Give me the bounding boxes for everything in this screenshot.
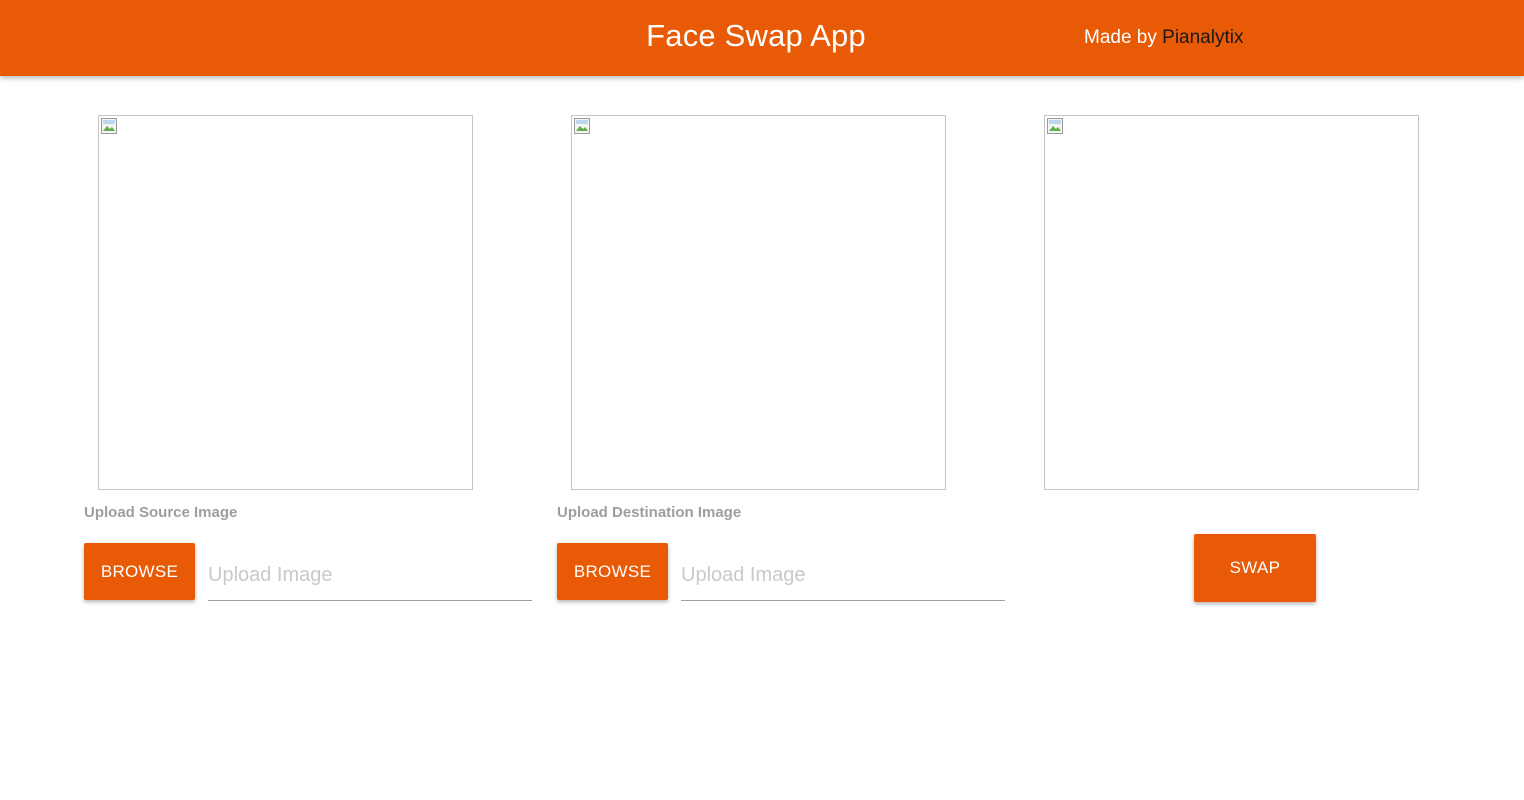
destination-upload-input[interactable] xyxy=(681,550,1005,601)
destination-upload-label: Upload Destination Image xyxy=(557,504,742,521)
broken-image-icon xyxy=(1047,118,1063,134)
source-image-preview xyxy=(98,115,473,490)
credit-text: Made by Pianalytix xyxy=(1084,26,1243,50)
broken-image-icon xyxy=(574,118,590,134)
destination-browse-button[interactable]: BROWSE xyxy=(557,543,668,600)
credit-author: Pianalytix xyxy=(1162,27,1244,48)
source-upload-label: Upload Source Image xyxy=(84,504,238,521)
broken-image-icon xyxy=(101,118,117,134)
result-image-preview xyxy=(1044,115,1419,490)
source-browse-button[interactable]: BROWSE xyxy=(84,543,195,600)
app-title: Face Swap App xyxy=(646,18,866,53)
credit-prefix: Made by xyxy=(1084,27,1163,48)
source-upload-input[interactable] xyxy=(208,550,532,601)
swap-button[interactable]: SWAP xyxy=(1194,534,1316,602)
app-header: Face Swap App Made by Pianalytix xyxy=(0,0,1524,76)
destination-image-preview xyxy=(571,115,946,490)
